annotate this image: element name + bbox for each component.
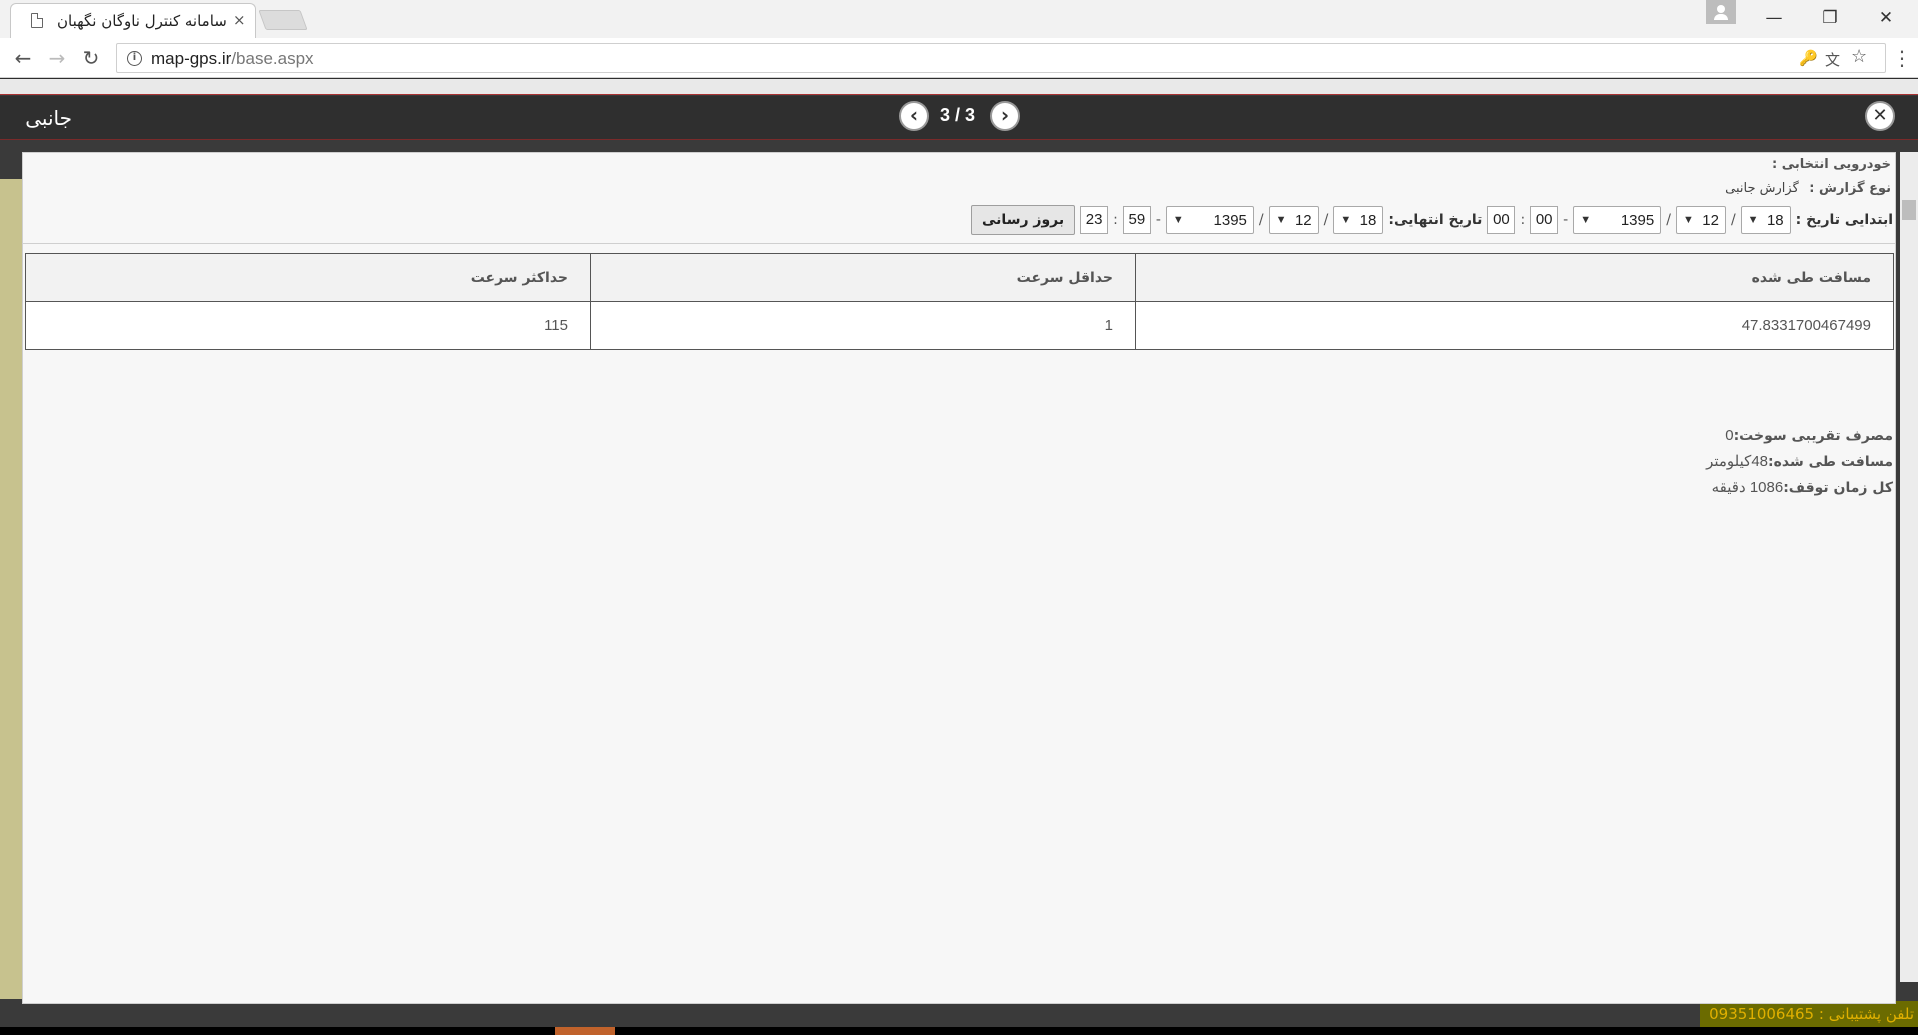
prev-page-button[interactable]: ‹ (899, 101, 929, 131)
time-dash: - (1563, 212, 1569, 228)
info-icon[interactable]: i (127, 51, 142, 66)
report-table: مسافت طی شده حداقل سرعت حداکثر سرعت 47.8… (25, 253, 1894, 350)
chevron-down-icon: ▼ (1682, 214, 1694, 226)
report-type-line: نوع گزارش : گزارش جانبی (1725, 181, 1891, 196)
start-month-select[interactable]: ▼ 12 (1675, 206, 1726, 234)
background-map (0, 179, 22, 999)
tab-title: سامانه کنترل ناوگان نگهبان (57, 12, 227, 30)
back-icon[interactable]: ← (10, 46, 36, 70)
date-separator: / (1258, 212, 1264, 228)
cell-distance: 47.8331700467499 (1135, 301, 1894, 350)
stop-label: کل زمان توقف: (1783, 480, 1893, 496)
page-icon (31, 13, 43, 28)
date-separator: / (1730, 212, 1736, 228)
scrollbar-thumb[interactable] (1902, 200, 1916, 220)
column-header-max-speed: حداکثر سرعت (25, 253, 591, 302)
time-separator: : (1520, 212, 1526, 228)
fuel-summary: مصرف تقریبی سوخت:0 (1706, 423, 1893, 449)
chevron-down-icon: ▼ (1580, 214, 1592, 226)
support-phone: تلفن پشتیبانی : 09351006465 (1700, 1001, 1918, 1027)
profile-icon[interactable] (1706, 0, 1736, 24)
table-header-row: مسافت طی شده حداقل سرعت حداکثر سرعت (25, 253, 1894, 302)
page-scrollbar[interactable] (1900, 152, 1918, 982)
url-text: map-gps.ir/base.aspx (151, 49, 314, 69)
background-bottom-accent (555, 1027, 615, 1035)
modal-title: جانبی (25, 106, 72, 130)
stop-value: 1086 دقیقه (1711, 479, 1784, 496)
browser-tabbar: سامانه کنترل ناوگان نگهبان × — ❐ ✕ (0, 0, 1918, 38)
start-year-value: 1395 (1620, 211, 1655, 229)
end-year-value: 1395 (1213, 211, 1247, 229)
update-button[interactable]: بروز رسانی (971, 205, 1076, 235)
report-type-label: نوع گزارش : (1809, 181, 1891, 196)
report-type-value: گزارش جانبی (1725, 181, 1799, 196)
new-tab-button[interactable] (258, 10, 308, 30)
date-separator: / (1666, 212, 1671, 228)
address-bar: ← → ↻ i map-gps.ir/base.aspx 🔑 文 ☆ ⋮ (0, 38, 1918, 78)
start-month-value: 12 (1702, 211, 1719, 229)
column-header-distance: مسافت طی شده (1135, 253, 1894, 302)
pager-count: 3 / 3 (940, 105, 976, 125)
end-hour-input[interactable]: 23 (1080, 206, 1109, 234)
distance-label: مسافت طی شده: (1768, 454, 1893, 470)
cell-max-speed: 115 (25, 301, 591, 350)
modal-close-button[interactable]: ✕ (1865, 101, 1895, 131)
start-day-select[interactable]: ▼ 18 (1740, 206, 1791, 234)
column-header-min-speed: حداقل سرعت (590, 253, 1136, 302)
cell-min-speed: 1 (590, 301, 1136, 350)
distance-value: 48کیلومتر (1706, 453, 1769, 470)
translate-icon[interactable]: 文 (1825, 49, 1840, 70)
key-icon[interactable]: 🔑 (1799, 49, 1818, 67)
star-icon[interactable]: ☆ (1851, 46, 1867, 67)
reload-icon[interactable]: ↻ (78, 46, 104, 70)
end-year-select[interactable]: ▼ 1395 (1165, 206, 1254, 234)
modal-header: جانبی ‹ 3 / 3 › ✕ (0, 96, 1918, 140)
close-window-button[interactable]: ✕ (1864, 4, 1908, 32)
vehicle-label: خودرویی انتخابی : (1772, 157, 1891, 172)
url-input[interactable]: i map-gps.ir/base.aspx 🔑 文 ☆ (116, 43, 1886, 73)
chevron-down-icon: ▼ (1172, 214, 1184, 226)
url-path: /base.aspx (231, 49, 314, 68)
background-bottom-bar (0, 1027, 1918, 1035)
start-date-label: ابتدایی تاریخ : (1795, 212, 1893, 228)
chevron-down-icon: ▼ (1275, 214, 1287, 226)
forward-icon[interactable]: → (44, 46, 70, 70)
next-page-button[interactable]: › (990, 101, 1020, 131)
end-month-select[interactable]: ▼ 12 (1268, 206, 1319, 234)
end-day-select[interactable]: ▼ 18 (1333, 206, 1384, 234)
modal-body: خودرویی انتخابی : نوع گزارش : گزارش جانب… (22, 152, 1896, 1004)
end-minute-input[interactable]: 59 (1122, 206, 1151, 234)
fuel-value: 0 (1725, 427, 1734, 444)
restore-button[interactable]: ❐ (1808, 4, 1852, 32)
date-filter-row: ابتدایی تاریخ : ▼ 18 / ▼ 12 / ▼ 1395 - 00 :… (971, 205, 1893, 235)
start-hour-input[interactable]: 00 (1530, 206, 1559, 234)
browser-tab[interactable]: سامانه کنترل ناوگان نگهبان × (10, 3, 256, 38)
divider (23, 243, 1895, 244)
start-year-select[interactable]: ▼ 1395 (1573, 206, 1662, 234)
end-month-value: 12 (1294, 211, 1312, 229)
date-separator: / (1323, 212, 1329, 228)
end-day-value: 18 (1359, 211, 1377, 229)
fuel-label: مصرف تقریبی سوخت: (1733, 428, 1893, 444)
start-day-value: 18 (1766, 211, 1784, 229)
time-separator: : (1113, 212, 1118, 228)
chevron-down-icon: ▼ (1747, 214, 1759, 226)
chevron-down-icon: ▼ (1340, 214, 1352, 226)
background-header-strip (0, 79, 1918, 95)
browser-menu-icon[interactable]: ⋮ (1892, 46, 1912, 70)
summary-block: مصرف تقریبی سوخت:0 مسافت طی شده:48کیلومت… (1706, 423, 1893, 501)
tab-close-icon[interactable]: × (233, 11, 246, 29)
stop-time-summary: کل زمان توقف:1086 دقیقه (1706, 475, 1893, 501)
minimize-button[interactable]: — (1752, 4, 1796, 32)
url-host: map-gps.ir (151, 49, 232, 68)
time-dash: - (1155, 212, 1161, 228)
start-minute-input[interactable]: 00 (1487, 206, 1516, 234)
end-date-label: تاریخ انتهایی: (1388, 212, 1483, 228)
vehicle-line: خودرویی انتخابی : (1772, 157, 1891, 172)
distance-summary: مسافت طی شده:48کیلومتر (1706, 449, 1893, 475)
table-row: 47.8331700467499 1 115 (25, 301, 1894, 350)
